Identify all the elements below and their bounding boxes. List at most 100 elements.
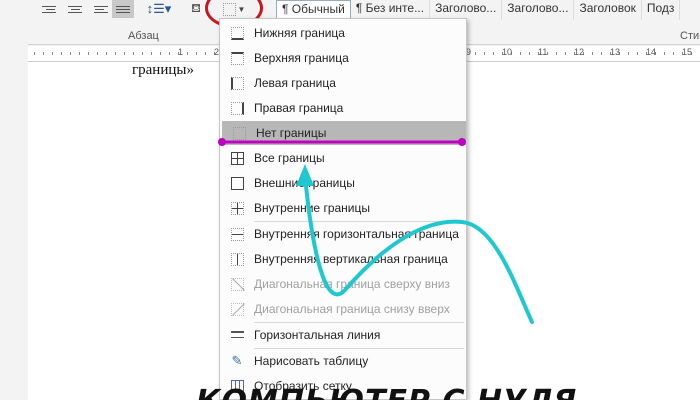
style-heading-2[interactable]: Заголово... [502,0,575,20]
watermark-caption: КОМПЬЮТЕР С НУЛЯ [196,384,577,400]
menu-item-label: Нижняя граница [254,26,345,40]
align-left-button[interactable] [38,0,60,18]
inside-horizontal-border-icon [230,227,244,241]
top-border-icon [230,51,244,65]
ruler-tick [565,52,566,55]
ruler-number: 11 [538,47,548,57]
ruler-tick [520,52,521,55]
ruler-tick [673,52,674,55]
align-center-button[interactable] [64,0,86,18]
menu-item-label: Нет границы [256,126,327,140]
style-no-spacing[interactable]: ¶ Без инте... [351,0,431,20]
menu-item-diagonal-up-border: Диагональная граница снизу вверх [220,297,466,321]
ruler-number: 14 [646,47,657,57]
ruler-tick [115,52,116,55]
ruler-tick [601,52,602,55]
ruler-tick [142,52,143,55]
paragraph-group-label: Абзац [128,30,159,42]
draw-table-icon: ✎ [231,353,243,368]
ruler-tick [52,52,53,55]
menu-item-diagonal-down-border: Диагональная граница сверху вниз [220,272,466,296]
menu-item-left-border[interactable]: Левая граница [220,71,466,95]
justify-icon [116,4,130,15]
menu-item-inside-borders[interactable]: Внутренние границы [220,196,466,220]
menu-item-inside-vertical-border[interactable]: Внутренняя вертикальная граница [220,247,466,271]
menu-item-no-border[interactable]: Нет границы [222,121,466,145]
ruler-tick [43,52,44,55]
ruler-number: 13 [610,47,621,57]
menu-item-bottom-border[interactable]: Нижняя граница [220,21,466,45]
ruler-tick [34,52,35,55]
ruler-tick [187,52,188,55]
ruler-tick [70,52,71,55]
menu-item-label: Правая граница [254,101,344,115]
ruler-tick [628,52,629,55]
no-border-icon [232,126,246,140]
ruler-tick [664,52,665,55]
styles-gallery: ¶ Обычный ¶ Без инте... Заголово... Заго… [276,0,681,20]
diagonal-down-border-icon [230,277,244,291]
ruler-number: 1 [178,47,184,57]
diagonal-up-border-icon [230,302,244,316]
menu-item-inside-horizontal-border[interactable]: Внутренняя горизонтальная граница [220,222,466,246]
ruler-tick [133,52,134,55]
menu-item-right-border[interactable]: Правая граница [220,96,466,120]
ruler-tick [493,52,494,55]
menu-item-label: Все границы [254,151,325,165]
menu-item-label: Левая граница [254,76,336,90]
styles-group-label: Сти [680,30,700,42]
inside-borders-icon [230,201,244,215]
align-right-button[interactable] [90,0,112,18]
ruler-tick [124,52,125,55]
left-border-icon [230,76,244,90]
ruler-tick [106,52,107,55]
menu-item-draw-table[interactable]: ✎ Нарисовать таблицу [220,349,466,373]
horizontal-line-icon [230,329,244,342]
ruler-tick [592,52,593,55]
align-left-icon [42,4,56,15]
menu-item-horizontal-line[interactable]: Горизонтальная линия [220,323,466,347]
menu-item-top-border[interactable]: Верхняя граница [220,46,466,70]
menu-item-label: Нарисовать таблицу [254,354,369,368]
ruler-tick [205,52,206,55]
ruler-number: 12 [574,47,585,57]
ruler-tick [97,52,98,55]
align-right-icon [94,4,108,15]
ruler-tick [556,52,557,55]
bottom-border-icon [230,26,244,40]
style-subtitle[interactable]: Подз [642,0,681,20]
borders-dropdown-menu: Нижняя граница Верхняя граница Левая гра… [219,18,467,400]
ruler-tick [529,52,530,55]
ruler-tick [151,52,152,55]
style-heading-1[interactable]: Заголово... [430,0,503,20]
style-normal[interactable]: ¶ Обычный [276,0,351,20]
ruler-tick [79,52,80,55]
ruler-number: 10 [502,47,513,57]
inside-vertical-border-icon [230,252,244,266]
justify-button[interactable] [112,0,134,18]
menu-item-label: Внутренняя вертикальная граница [254,252,448,266]
right-border-icon [230,101,244,115]
menu-item-label: Горизонтальная линия [254,328,381,342]
ruler-number: 15 [682,47,693,57]
align-center-icon [68,4,82,15]
ruler-tick [475,52,476,55]
menu-item-label: Внутренняя горизонтальная граница [254,227,459,241]
ruler-tick [484,52,485,55]
menu-item-label: Диагональная граница сверху вниз [254,277,450,291]
line-spacing-icon: ↕☰▾ [146,1,172,16]
menu-item-label: Верхняя граница [254,51,349,65]
style-heading[interactable]: Заголовок [574,0,642,20]
menu-item-label: Диагональная граница снизу вверх [254,302,450,316]
ruler-tick [160,52,161,55]
menu-item-label: Внутренние границы [254,201,370,215]
ruler-tick [196,52,197,55]
ruler-tick [169,52,170,55]
ruler-tick [61,52,62,55]
ruler-tick [637,52,638,55]
menu-item-label: Внешние границы [254,176,355,190]
menu-item-outside-borders[interactable]: Внешние границы [220,171,466,195]
menu-item-all-borders[interactable]: Все границы [220,146,466,170]
line-spacing-button[interactable]: ↕☰▾ [142,0,176,18]
all-borders-icon [230,151,244,165]
